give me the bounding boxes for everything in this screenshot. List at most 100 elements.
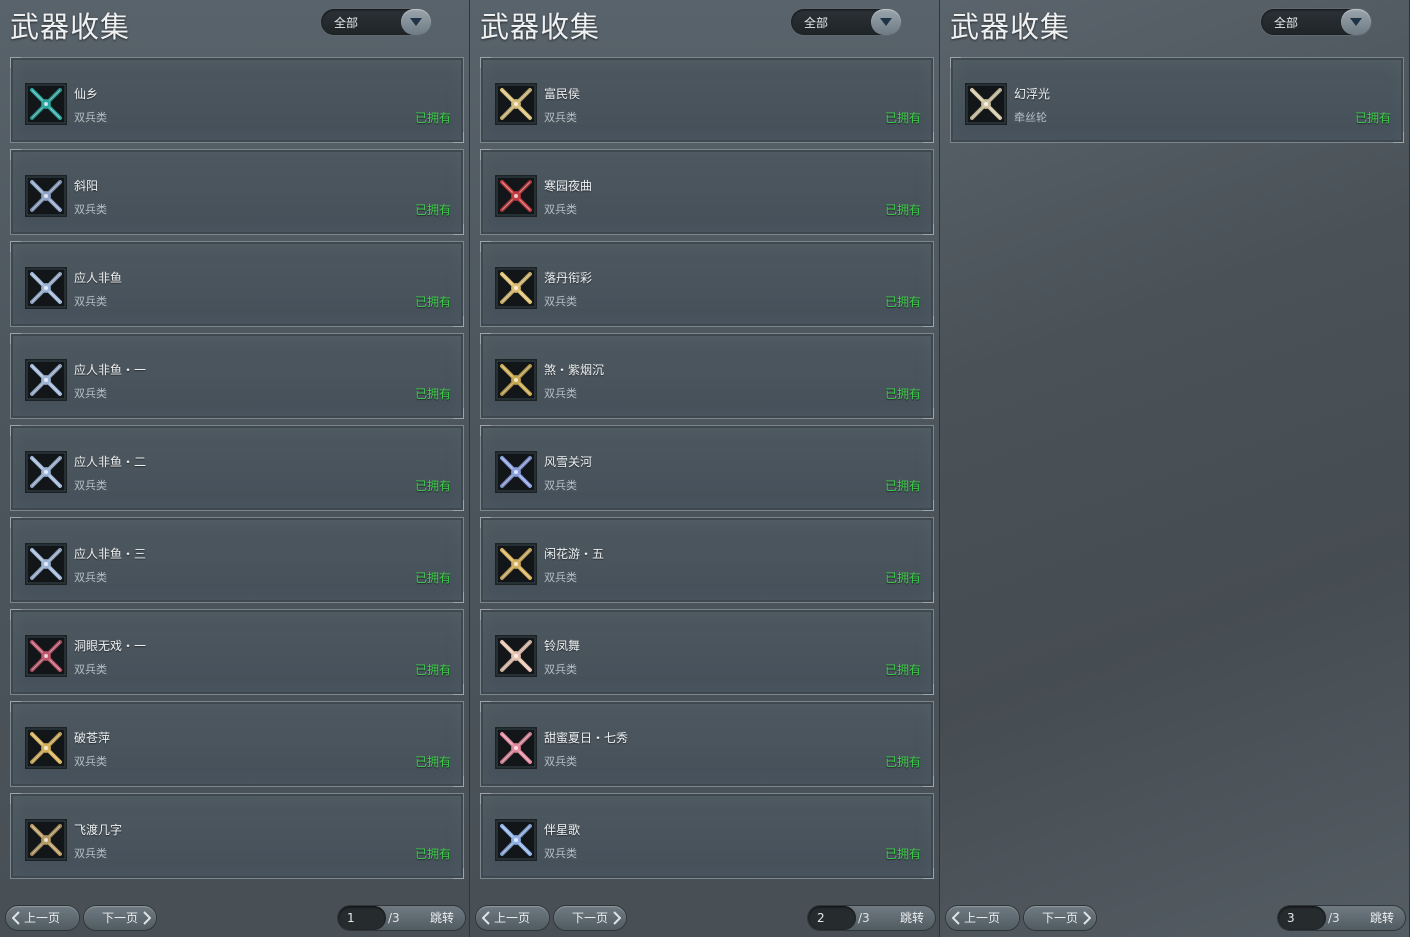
owned-status: 已拥有 <box>414 203 451 217</box>
weapon-name: 仙乡 <box>74 87 99 101</box>
chevron-right-icon <box>143 911 151 925</box>
next-page-button[interactable]: 下一页 <box>1024 906 1096 930</box>
weapon-icon-sha-ziyanchen <box>495 359 537 401</box>
weapon-type: 牵丝轮 <box>1014 111 1047 124</box>
weapon-card[interactable]: 破苍萍 双兵类 已拥有 <box>10 701 464 787</box>
owned-status: 已拥有 <box>414 295 451 309</box>
weapon-type: 双兵类 <box>74 847 107 860</box>
page-number-input[interactable]: 1 <box>338 906 386 930</box>
pagination: 上一页 下一页 3 /3 跳转 <box>940 904 1410 932</box>
category-filter-dropdown[interactable]: 全部 <box>321 9 431 35</box>
page-total: /3 <box>388 911 400 925</box>
weapon-card[interactable]: 幻浮光牵丝轮 已拥有 <box>950 57 1404 143</box>
weapon-icon-yingrenfeiyu <box>25 267 67 309</box>
weapon-type: 双兵类 <box>544 847 577 860</box>
weapon-icon-xianhuayou <box>495 543 537 585</box>
weapon-card[interactable]: 富民侯 双兵类 已拥有 <box>480 57 934 143</box>
weapon-card[interactable]: 落丹衔彩 双兵类 已拥有 <box>480 241 934 327</box>
owned-status: 已拥有 <box>414 663 451 677</box>
weapon-card[interactable]: 应人非鱼・一 双兵类 已拥有 <box>10 333 464 419</box>
weapon-name: 伴星歌 <box>544 823 581 837</box>
weapon-type: 双兵类 <box>544 663 577 676</box>
weapon-name: 飞渡几字 <box>74 823 123 837</box>
weapon-name: 洞眼无戏・一 <box>74 639 147 653</box>
weapon-name: 煞・紫烟沉 <box>544 363 605 377</box>
weapon-icon-xieyang <box>25 175 67 217</box>
owned-status: 已拥有 <box>1354 111 1391 125</box>
weapon-type: 双兵类 <box>544 387 577 400</box>
category-filter-dropdown[interactable]: 全部 <box>1261 9 1371 35</box>
owned-status: 已拥有 <box>414 847 451 861</box>
weapon-collection-screen: 武器收集 全部 仙乡 双兵类 已拥有 斜阳 双兵类 已拥有 应人非鱼 双兵类 已拥有 应人非鱼・一… <box>0 0 1410 937</box>
weapon-card[interactable]: 伴星歌双兵类 已拥有 <box>480 793 934 879</box>
owned-status: 已拥有 <box>414 755 451 769</box>
weapon-name: 闲花游・五 <box>544 547 605 561</box>
weapon-name: 应人非鱼・二 <box>74 455 147 469</box>
weapon-card[interactable]: 风雪关河 双兵类 已拥有 <box>480 425 934 511</box>
weapon-card[interactable]: 应人非鱼・二 双兵类 已拥有 <box>10 425 464 511</box>
prev-page-label: 上一页 <box>494 911 531 925</box>
chevron-left-icon <box>482 911 490 925</box>
weapon-icon-dongyanwuxi <box>25 635 67 677</box>
weapon-card[interactable]: 寒园夜曲 双兵类 已拥有 <box>480 149 934 235</box>
prev-page-button[interactable]: 上一页 <box>946 906 1019 930</box>
weapon-icon-yingrenfeiyu-3 <box>25 543 67 585</box>
chevron-down-icon[interactable] <box>1341 9 1371 35</box>
page-jump-box: 1 /3 跳转 <box>338 906 465 930</box>
next-page-label: 下一页 <box>102 911 139 925</box>
chevron-right-icon <box>613 911 621 925</box>
next-page-button[interactable]: 下一页 <box>84 906 156 930</box>
jump-button[interactable]: 跳转 <box>1370 906 1394 930</box>
chevron-down-icon[interactable] <box>401 9 431 35</box>
page-total: /3 <box>858 911 870 925</box>
weapon-name: 幻浮光 <box>1014 87 1051 101</box>
owned-status: 已拥有 <box>884 479 921 493</box>
prev-page-label: 上一页 <box>964 911 1001 925</box>
weapon-icon-lingfengwu <box>495 635 537 677</box>
chevron-down-icon[interactable] <box>871 9 901 35</box>
weapon-name: 富民侯 <box>544 87 581 101</box>
weapon-card[interactable]: 甜蜜夏日・七秀 双兵类 已拥有 <box>480 701 934 787</box>
weapon-name: 甜蜜夏日・七秀 <box>544 731 629 745</box>
prev-page-button[interactable]: 上一页 <box>6 906 79 930</box>
page-jump-box: 2 /3 跳转 <box>808 906 935 930</box>
chevron-left-icon <box>12 911 20 925</box>
weapon-card[interactable]: 煞・紫烟沉 双兵类 已拥有 <box>480 333 934 419</box>
page-number-input[interactable]: 2 <box>808 906 856 930</box>
weapon-card[interactable]: 铃凤舞 双兵类 已拥有 <box>480 609 934 695</box>
weapon-type: 双兵类 <box>74 479 107 492</box>
weapon-card[interactable]: 应人非鱼・三 双兵类 已拥有 <box>10 517 464 603</box>
filter-value: 全部 <box>804 16 829 30</box>
weapon-type: 双兵类 <box>74 755 107 768</box>
weapon-type: 双兵类 <box>74 203 107 216</box>
page-number-input[interactable]: 3 <box>1278 906 1326 930</box>
weapon-type: 双兵类 <box>544 571 577 584</box>
weapon-icon-fengxueguanhe <box>495 451 537 493</box>
pagination: 上一页 下一页 2 /3 跳转 <box>470 904 940 932</box>
weapon-icon-fuminhou <box>495 83 537 125</box>
owned-status: 已拥有 <box>414 111 451 125</box>
weapon-card[interactable]: 应人非鱼 双兵类 已拥有 <box>10 241 464 327</box>
weapon-type: 双兵类 <box>544 111 577 124</box>
prev-page-button[interactable]: 上一页 <box>476 906 549 930</box>
weapon-name: 铃凤舞 <box>544 639 581 653</box>
weapon-type: 双兵类 <box>544 755 577 768</box>
chevron-left-icon <box>952 911 960 925</box>
chevron-right-icon <box>1083 911 1091 925</box>
collection-panel-1: 武器收集 全部 仙乡 双兵类 已拥有 斜阳 双兵类 已拥有 应人非鱼 双兵类 已拥有 应人非鱼・一… <box>0 0 470 937</box>
weapon-card[interactable]: 闲花游・五双兵类 已拥有 <box>480 517 934 603</box>
weapon-card[interactable]: 斜阳 双兵类 已拥有 <box>10 149 464 235</box>
collection-panel-3: 武器收集 全部 幻浮光 牵丝轮 已拥有 上一页 下一页 3 /3 跳转 <box>940 0 1410 937</box>
category-filter-dropdown[interactable]: 全部 <box>791 9 901 35</box>
weapon-card[interactable]: 仙乡 双兵类 已拥有 <box>10 57 464 143</box>
jump-button[interactable]: 跳转 <box>430 906 454 930</box>
owned-status: 已拥有 <box>884 571 921 585</box>
owned-status: 已拥有 <box>414 571 451 585</box>
next-page-label: 下一页 <box>572 911 609 925</box>
owned-status: 已拥有 <box>884 847 921 861</box>
weapon-type: 双兵类 <box>544 203 577 216</box>
jump-button[interactable]: 跳转 <box>900 906 924 930</box>
weapon-card[interactable]: 洞眼无戏・一 双兵类 已拥有 <box>10 609 464 695</box>
weapon-card[interactable]: 飞渡几字双兵类 已拥有 <box>10 793 464 879</box>
next-page-button[interactable]: 下一页 <box>554 906 626 930</box>
